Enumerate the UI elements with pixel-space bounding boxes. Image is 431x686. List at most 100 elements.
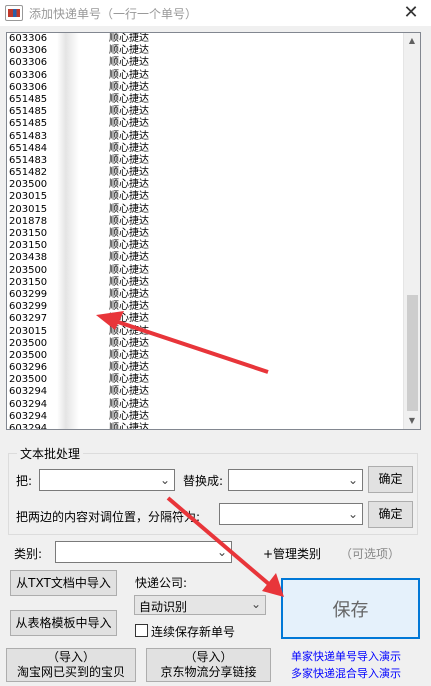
courier-company: 顺心捷达 — [109, 276, 149, 288]
replace-from-combo[interactable]: ⌄ — [39, 469, 175, 491]
single-courier-demo-link[interactable]: 单家快递单号导入演示 — [291, 648, 401, 664]
courier-selected-value: 自动识别 — [139, 600, 188, 614]
tracking-number: 603294 — [9, 398, 48, 410]
save-button[interactable]: 保存 — [281, 578, 420, 639]
courier-company: 顺心捷达 — [109, 179, 149, 191]
tracking-number: 603294 — [9, 410, 48, 422]
app-icon — [5, 5, 23, 21]
category-label: 类别: — [14, 547, 43, 561]
swap-label: 把两边的内容对调位置，分隔符为: — [16, 510, 201, 524]
courier-company: 顺心捷达 — [109, 313, 149, 325]
category-combo[interactable]: ⌄ — [55, 541, 232, 563]
tracking-number: 203500 — [9, 374, 48, 386]
taobao-line1: （导入） — [46, 650, 95, 664]
close-button[interactable]: ✕ — [401, 3, 421, 23]
tracking-number: 203150 — [9, 228, 48, 239]
continue-save-checkbox[interactable] — [135, 624, 148, 637]
tracking-number: 603299 — [9, 301, 48, 313]
title-bar: 添加快递单号（一行一个单号） ✕ — [0, 0, 431, 26]
tracking-number: 651485 — [9, 106, 48, 118]
courier-company: 顺心捷达 — [109, 69, 149, 81]
vertical-scrollbar[interactable]: ▲ ▼ — [403, 33, 420, 429]
scroll-up-icon[interactable]: ▲ — [404, 33, 420, 49]
tracking-number: 603296 — [9, 362, 48, 374]
courier-company: 顺心捷达 — [109, 252, 149, 264]
mixed-courier-demo-link[interactable]: 多家快递混合导入演示 — [291, 665, 401, 681]
tracking-number: 651485 — [9, 118, 48, 130]
courier-company: 顺心捷达 — [109, 191, 149, 203]
scroll-down-icon[interactable]: ▼ — [404, 413, 420, 429]
jd-line1: （导入） — [184, 650, 233, 664]
courier-select[interactable]: 自动识别 ⌄ — [134, 595, 266, 615]
courier-company: 顺心捷达 — [109, 45, 149, 57]
import-table-button[interactable]: 从表格模板中导入 — [10, 610, 117, 636]
courier-company: 顺心捷达 — [109, 386, 149, 398]
courier-company: 顺心捷达 — [109, 288, 149, 300]
courier-company: 顺心捷达 — [109, 410, 149, 422]
import-txt-button[interactable]: 从TXT文档中导入 — [10, 570, 117, 596]
scroll-thumb[interactable] — [407, 295, 418, 411]
tracking-number-textbox[interactable]: 603306 顺心捷达 603306 顺心捷达 603306 顺心捷达 603306 顺心捷达… — [6, 32, 421, 430]
confirm-replace-button[interactable]: 确定 — [368, 466, 413, 493]
courier-company: 顺心捷达 — [109, 264, 149, 276]
separator-combo[interactable]: ⌄ — [219, 503, 363, 525]
redaction-blur — [57, 33, 79, 429]
tracking-number: 203150 — [9, 240, 48, 252]
tracking-number: 203500 — [9, 264, 48, 276]
window-title: 添加快递单号（一行一个单号） — [29, 6, 198, 21]
courier-company: 顺心捷达 — [109, 398, 149, 410]
courier-company: 顺心捷达 — [109, 93, 149, 105]
courier-company: 顺心捷达 — [109, 240, 149, 252]
chevron-down-icon[interactable]: ⌄ — [348, 507, 358, 521]
continue-save-label[interactable]: 连续保存新单号 — [151, 623, 235, 640]
confirm-swap-button[interactable]: 确定 — [368, 501, 413, 528]
tracking-number: 651485 — [9, 93, 48, 105]
courier-company: 顺心捷达 — [109, 349, 149, 361]
tracking-number: 603306 — [9, 33, 48, 44]
tracking-number: 651484 — [9, 142, 48, 154]
chevron-down-icon[interactable]: ⌄ — [348, 473, 358, 487]
text-batch-group: 文本批处理 把: ⌄ 替换成: ⌄ 确定 把两边的内容对调位置，分隔符为: ⌄ … — [8, 445, 418, 535]
courier-company: 顺心捷达 — [109, 228, 149, 239]
tracking-number: 201878 — [9, 215, 48, 227]
tracking-number: 203015 — [9, 203, 48, 215]
replace-to-label: 替换成: — [183, 474, 224, 488]
tracking-number: 203015 — [9, 191, 48, 203]
courier-label: 快递公司: — [135, 576, 188, 590]
tracking-number: 203500 — [9, 179, 48, 191]
courier-company: 顺心捷达 — [109, 203, 149, 215]
import-jd-button[interactable]: （导入） 京东物流分享链接 — [146, 648, 271, 682]
tracking-number: 203015 — [9, 325, 48, 337]
jd-line2: 京东物流分享链接 — [160, 665, 257, 679]
courier-company: 顺心捷达 — [109, 374, 149, 386]
courier-company: 顺心捷达 — [109, 57, 149, 69]
tracking-number: 603306 — [9, 81, 48, 93]
chevron-down-icon[interactable]: ⌄ — [251, 597, 261, 611]
chevron-down-icon[interactable]: ⌄ — [217, 545, 227, 559]
tracking-number: 651482 — [9, 167, 48, 179]
courier-company: 顺心捷达 — [109, 337, 149, 349]
tracking-number: 203150 — [9, 276, 48, 288]
tracking-number: 651483 — [9, 130, 48, 142]
manage-category-link[interactable]: +管理类别 — [263, 545, 321, 562]
tracking-number: 603306 — [9, 57, 48, 69]
replace-from-label: 把: — [16, 474, 33, 488]
taobao-line2: 淘宝网已买到的宝贝 — [16, 665, 125, 679]
chevron-down-icon[interactable]: ⌄ — [160, 473, 170, 487]
courier-company: 顺心捷达 — [109, 154, 149, 166]
text-batch-title: 文本批处理 — [17, 445, 84, 462]
tracking-number: 603294 — [9, 423, 48, 429]
optional-hint: （可选项） — [340, 547, 401, 561]
courier-company: 顺心捷达 — [109, 215, 149, 227]
tracking-number: 603294 — [9, 386, 48, 398]
courier-company: 顺心捷达 — [109, 423, 149, 429]
courier-company: 顺心捷达 — [109, 130, 149, 142]
tracking-number: 651483 — [9, 154, 48, 166]
import-taobao-button[interactable]: （导入） 淘宝网已买到的宝贝 — [6, 648, 136, 682]
courier-company: 顺心捷达 — [109, 325, 149, 337]
courier-company: 顺心捷达 — [109, 81, 149, 93]
tracking-number: 603297 — [9, 313, 48, 325]
replace-to-combo[interactable]: ⌄ — [228, 469, 363, 491]
tracking-number: 603306 — [9, 45, 48, 57]
tracking-number: 203438 — [9, 252, 48, 264]
